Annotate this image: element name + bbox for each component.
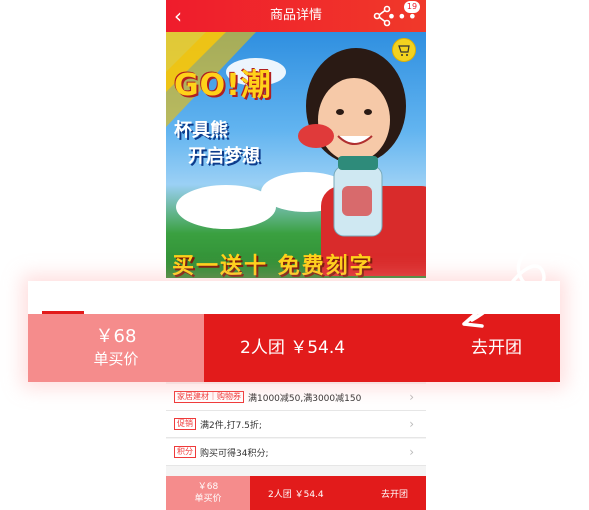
promotion-tag: 家居建材｜购物券 — [174, 391, 244, 403]
promotion-text: 满2件,打7.5折; — [200, 420, 262, 431]
open-group-label: 去开团 — [380, 489, 408, 500]
zoom-single-price-label: 单买价 — [93, 350, 139, 368]
zoom-single-buy-button[interactable]: ￥68 单买价 — [28, 314, 204, 382]
bottom-buy-bar: ￥68 单买价 2人团 ￥54.4 去开团 — [166, 476, 426, 510]
banner-slogan-line2: 开启梦想 — [188, 146, 260, 167]
promotion-text: 购买可得34积分; — [200, 448, 269, 459]
product-banner-image[interactable]: GO!潮 杯具熊 开启梦想 买一送十 免费刻字 — [166, 32, 426, 278]
top-nav-bar: ‹ 商品详情 ••• 19 — [166, 0, 426, 32]
single-price-label: 单买价 — [194, 494, 222, 504]
notification-badge: 19 — [404, 1, 420, 13]
zoom-group-price: 2人团 ￥54.4 — [240, 338, 346, 358]
promotion-tag: 促销 — [174, 418, 196, 430]
promotion-row[interactable]: 家居建材｜购物券 满1000减50,满3000减150 › — [166, 384, 426, 411]
group-price: 2人团 ￥54.4 — [268, 489, 324, 500]
chevron-right-icon: › — [409, 417, 414, 431]
phone-screen: ‹ 商品详情 ••• 19 GO!潮 杯具熊 开启梦想 买一送十 免费刻字 家居… — [166, 0, 426, 510]
promotion-tag: 积分 — [174, 446, 196, 458]
promotion-text: 满1000减50,满3000减150 — [248, 393, 362, 404]
chevron-right-icon: › — [409, 445, 414, 459]
banner-slogan-line1: 杯具熊 — [174, 120, 228, 141]
pointer-arrow-icon — [462, 244, 557, 328]
chevron-right-icon: › — [409, 390, 414, 404]
girl-illustration — [298, 48, 426, 276]
banner-promo-text: 买一送十 免费刻字 — [172, 254, 374, 278]
group-buy-button[interactable]: 2人团 ￥54.4 去开团 — [250, 476, 426, 510]
promotion-row[interactable]: 促销 满2件,打7.5折; › — [166, 411, 426, 438]
banner-headline: GO!潮 — [174, 68, 272, 103]
single-price: ￥68 — [197, 482, 219, 492]
single-buy-button[interactable]: ￥68 单买价 — [166, 476, 250, 510]
promotion-row[interactable]: 积分 购买可得34积分; › — [166, 439, 426, 466]
zoom-single-price: ￥68 — [95, 326, 137, 347]
